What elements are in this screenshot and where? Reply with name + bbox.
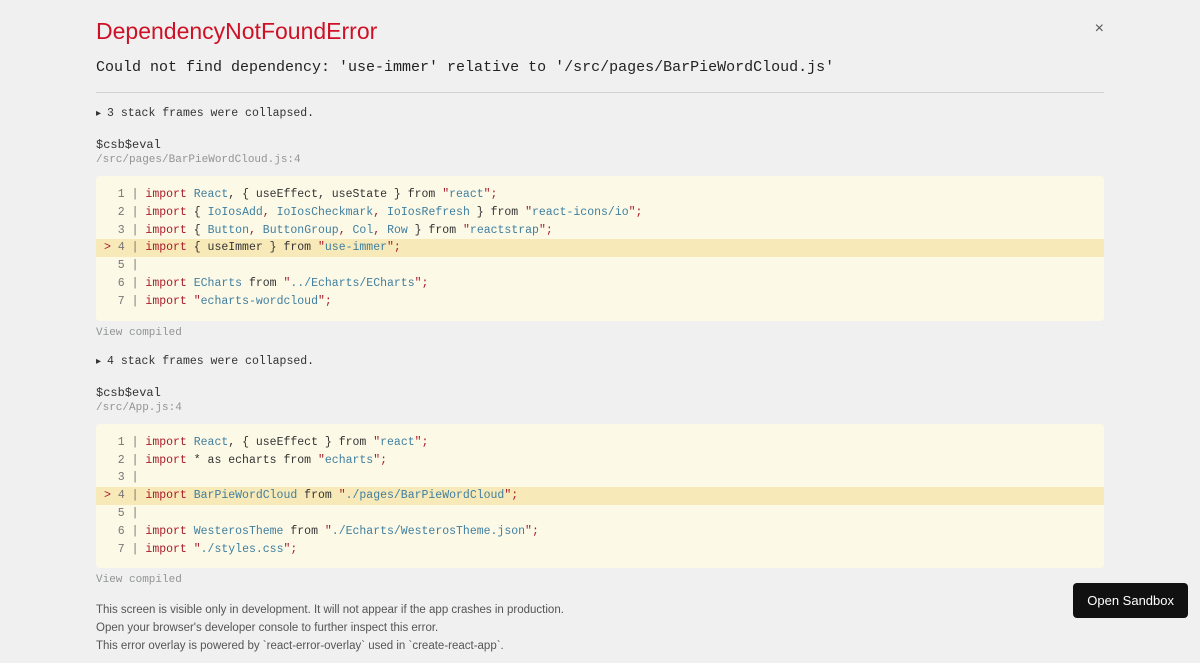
code-line: 3 | bbox=[96, 469, 1104, 487]
code-line: 6 | import ECharts from "../Echarts/ECha… bbox=[96, 275, 1104, 293]
code-line: 3 | import { Button, ButtonGroup, Col, R… bbox=[96, 222, 1104, 240]
collapsed-frames-toggle[interactable]: 4 stack frames were collapsed. bbox=[96, 355, 1104, 368]
code-line: 1 | import React, { useEffect, useState … bbox=[96, 186, 1104, 204]
view-compiled-link[interactable]: View compiled bbox=[96, 327, 1104, 339]
code-block: 1 | import React, { useEffect, useState … bbox=[96, 176, 1104, 321]
footer-note: This screen is visible only in developme… bbox=[96, 602, 1104, 655]
code-line: 5 | bbox=[96, 257, 1104, 275]
code-line-highlighted: > 4 | import BarPieWordCloud from "./pag… bbox=[96, 487, 1104, 505]
code-line: 6 | import WesterosTheme from "./Echarts… bbox=[96, 523, 1104, 541]
code-line: 7 | import "./styles.css"; bbox=[96, 541, 1104, 559]
code-line: 1 | import React, { useEffect } from "re… bbox=[96, 434, 1104, 452]
code-line-highlighted: > 4 | import { useImmer } from "use-imme… bbox=[96, 239, 1104, 257]
error-title: DependencyNotFoundError bbox=[96, 18, 1104, 45]
code-line: 2 | import { IoIosAdd, IoIosCheckmark, I… bbox=[96, 204, 1104, 222]
stack-frame-function: $csb$eval bbox=[96, 386, 1104, 400]
divider bbox=[96, 92, 1104, 93]
code-line: 7 | import "echarts-wordcloud"; bbox=[96, 293, 1104, 311]
code-line: 2 | import * as echarts from "echarts"; bbox=[96, 452, 1104, 470]
open-sandbox-button[interactable]: Open Sandbox bbox=[1073, 583, 1188, 618]
collapsed-frames-toggle[interactable]: 3 stack frames were collapsed. bbox=[96, 107, 1104, 120]
code-line: 5 | bbox=[96, 505, 1104, 523]
code-block: 1 | import React, { useEffect } from "re… bbox=[96, 424, 1104, 569]
close-icon[interactable]: × bbox=[1095, 20, 1104, 38]
error-message: Could not find dependency: 'use-immer' r… bbox=[96, 59, 1104, 76]
stack-frame-location: /src/pages/BarPieWordCloud.js:4 bbox=[96, 154, 1104, 166]
stack-frame-function: $csb$eval bbox=[96, 138, 1104, 152]
stack-frame-location: /src/App.js:4 bbox=[96, 402, 1104, 414]
view-compiled-link[interactable]: View compiled bbox=[96, 574, 1104, 586]
